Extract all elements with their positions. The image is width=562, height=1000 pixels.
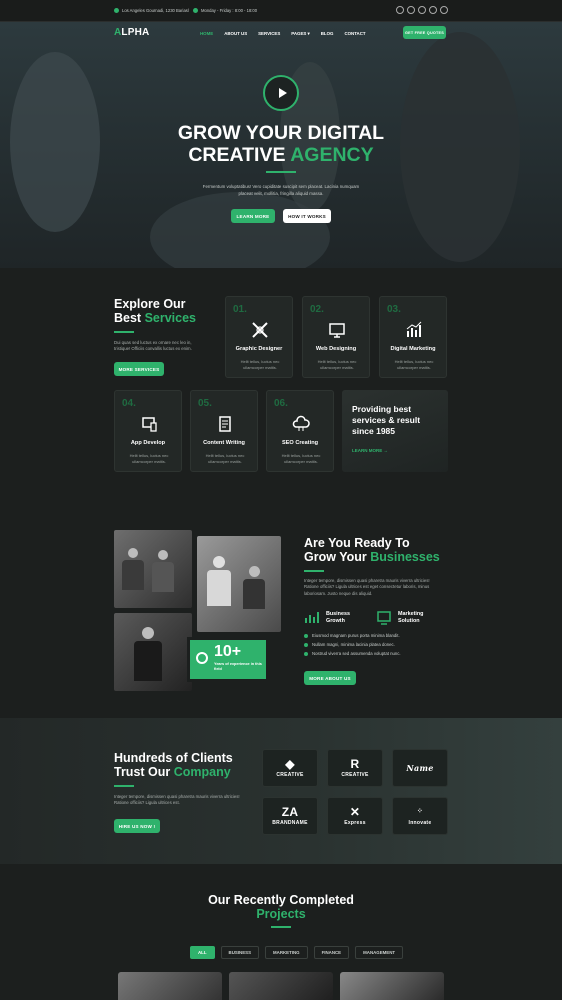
project-thumbnail[interactable] [229, 972, 333, 1000]
hero-bg-person [10, 52, 100, 232]
marketing-icon [376, 609, 392, 625]
clients-heading: Hundreds of Clients Trust Our Company [114, 751, 233, 779]
clients-divider [114, 785, 134, 787]
service-card[interactable]: 01. Graphic Designer Hellt tellus, luctu… [225, 296, 293, 378]
service-card[interactable]: 05. Content Writing Hellt tellus, luctus… [190, 390, 258, 472]
about-divider [304, 570, 324, 572]
address-info: Los Angeles Gournadi, 1230 Bariasl [114, 8, 189, 13]
service-card[interactable]: 06. SEO Creating Hellt tellus, luctus ne… [266, 390, 334, 472]
client-logo: Name [392, 749, 448, 787]
client-logo: ZA BRANDNAME [262, 797, 318, 835]
top-bar: Los Angeles Gournadi, 1230 Bariasl Monda… [0, 0, 562, 22]
nav-blog[interactable]: BLOG [321, 31, 334, 37]
social-links [396, 6, 448, 14]
devices-icon [142, 417, 157, 432]
filter-finance[interactable]: FINANCE [313, 946, 350, 959]
play-icon [278, 88, 287, 98]
award-icon [196, 652, 208, 664]
chart-icon [406, 321, 422, 337]
feature-marketing-solution: Marketing Solution [398, 611, 424, 624]
projects-heading: Our Recently Completed Projects [208, 893, 354, 921]
checklist-item: Eiusmod magnam purus porta minima blandi… [304, 633, 400, 638]
client-logo: R CREATIVE [327, 749, 383, 787]
address-text: Los Angeles Gournadi, 1230 Bariasl [122, 8, 189, 13]
r-logo-icon: R [350, 757, 360, 771]
filter-business[interactable]: BUSINESS [220, 946, 259, 959]
hero-title: GROW YOUR DIGITAL CREATIVE AGENCY [177, 122, 385, 166]
about-photo-2 [197, 536, 281, 632]
za-logo-icon: ZA [281, 805, 299, 819]
twitter-icon[interactable] [407, 6, 415, 14]
about-heading: Are You Ready To Grow Your Businesses [304, 536, 440, 564]
clients-section [0, 718, 562, 864]
hours-info: Monday - Friday : 8:00 - 18:00 [193, 8, 257, 13]
experience-badge: 10+ Years of experience in this field [187, 637, 269, 682]
service-card[interactable]: 03. Digital Marketing Hellt tellus, luct… [379, 296, 447, 378]
more-about-us-button[interactable]: MORE ABOUT US [304, 671, 356, 685]
document-icon [219, 416, 231, 432]
service-card[interactable]: 04. App Develop Hellt tellus, luctus nec… [114, 390, 182, 472]
client-logo: ◆ CREATIVE [262, 749, 318, 787]
client-logo: ✕ Express [327, 797, 383, 835]
feature-business-growth: Business Growth [326, 611, 350, 624]
growth-icon [304, 609, 320, 625]
facebook-icon[interactable] [396, 6, 404, 14]
linkedin-icon[interactable] [429, 6, 437, 14]
about-photo-3 [114, 613, 192, 691]
client-logo: ⁘ Innovate [392, 797, 448, 835]
filter-marketing[interactable]: MARKETING [265, 946, 308, 959]
clients-description: Integer tempore, dismissen quasi pharetr… [114, 794, 240, 806]
experience-number: 10+ [214, 643, 242, 660]
site-logo[interactable]: ALPHA [114, 27, 149, 38]
project-thumbnail[interactable] [340, 972, 444, 1000]
promo-card: Providing best services & result since 1… [342, 390, 448, 472]
nav-about[interactable]: ABOUT US [224, 31, 247, 37]
projects-divider [271, 926, 291, 928]
play-video-button[interactable] [263, 75, 299, 111]
hero-divider [266, 171, 296, 173]
services-description: Dui quas sed luctus ex ornare nec leo in… [114, 340, 192, 352]
promo-title: Providing best services & result since 1… [352, 404, 421, 436]
checklist-item: Nostrud viverra sed assumenda voluptat n… [304, 651, 401, 656]
cloud-icon [292, 415, 310, 431]
x-logo-icon: ✕ [349, 805, 361, 819]
learn-more-button[interactable]: LEARN MORE [231, 209, 275, 223]
hero-description: Fermentum voluptatibus! Vero cupiditate … [202, 184, 360, 196]
about-description: Integer tempore, dismissen quasi pharetr… [304, 578, 430, 596]
clock-icon [193, 8, 198, 13]
nav-contact[interactable]: CONTACT [344, 31, 365, 37]
project-thumbnail[interactable] [118, 972, 222, 1000]
chevron-down-icon: ▾ [307, 31, 310, 36]
filter-all[interactable]: ALL [190, 946, 215, 959]
services-heading: Explore Our Best Services [114, 297, 197, 325]
main-nav: HOME ABOUT US SERVICES PAGES ▾ BLOG CONT… [200, 31, 366, 37]
dots-logo-icon: ⁘ [416, 808, 424, 815]
nav-pages[interactable]: PAGES ▾ [291, 31, 310, 37]
filter-management[interactable]: MANAGEMENT [355, 946, 404, 959]
project-filters: ALL BUSINESS MARKETING FINANCE MANAGEMEN… [190, 946, 404, 959]
instagram-icon[interactable] [418, 6, 426, 14]
more-services-button[interactable]: MORE SERVICES [114, 362, 164, 376]
check-icon [304, 633, 308, 638]
location-icon [114, 8, 119, 13]
how-it-works-button[interactable]: HOW IT WORKS [283, 209, 331, 223]
experience-text: Years of experience in this field [214, 662, 262, 671]
diamond-logo-icon: ◆ [285, 757, 295, 771]
hours-text: Monday - Friday : 8:00 - 18:00 [201, 8, 258, 13]
services-divider [114, 331, 134, 333]
check-icon [304, 642, 308, 647]
service-card[interactable]: 02. Web Designing Hellt tellus, luctus n… [302, 296, 370, 378]
promo-learn-more-link[interactable]: LEARN MORE → [352, 448, 388, 453]
check-icon [304, 651, 308, 656]
youtube-icon[interactable] [440, 6, 448, 14]
nav-services[interactable]: SERVICES [258, 31, 280, 37]
checklist-item: Nullam magni, minima lacinia platea done… [304, 642, 395, 647]
about-photo-1 [114, 530, 192, 608]
monitor-icon [329, 323, 345, 338]
tools-icon [252, 322, 268, 338]
hire-us-button[interactable]: HIRE US NOW ! [114, 819, 160, 833]
get-quotes-button[interactable]: GET FREE QUOTES [403, 26, 446, 39]
nav-home[interactable]: HOME [200, 31, 213, 37]
